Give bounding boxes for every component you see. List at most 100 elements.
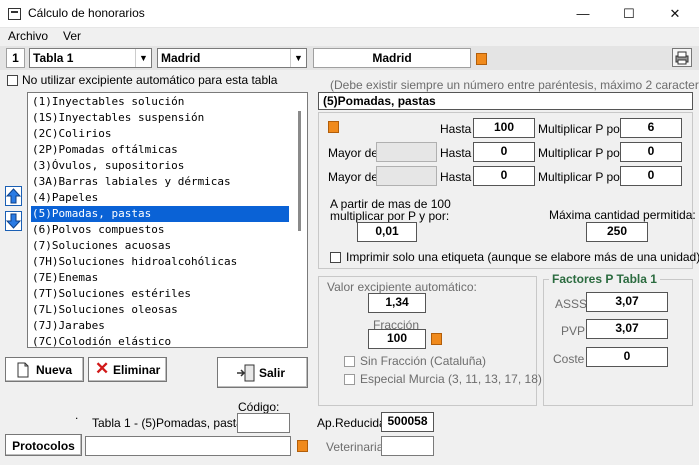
multiplicar-input-3[interactable]: 0 (620, 166, 682, 186)
protocolos-label: Protocolos (12, 439, 75, 453)
ap-reducida-label: Ap.Reducida (317, 416, 386, 430)
orange-marker-icon[interactable] (476, 53, 487, 65)
orange-marker-icon[interactable] (297, 440, 308, 452)
scrollbar-thumb[interactable] (298, 111, 301, 231)
sin-fraccion-checkbox[interactable] (344, 356, 355, 367)
region-select[interactable]: Madrid ▼ (157, 48, 307, 68)
asss-label: ASSS (555, 297, 588, 311)
app-icon (8, 8, 21, 20)
table-number: 1 (6, 48, 25, 68)
print-one-label-checkbox[interactable] (330, 252, 341, 263)
max-label: Máxima cantidad permitida: (549, 208, 696, 222)
footer-dot: . (75, 408, 79, 422)
print-button[interactable] (672, 48, 692, 67)
protocolos-button[interactable]: Protocolos (5, 434, 82, 456)
list-item[interactable]: (7T)Soluciones estériles (31, 286, 289, 302)
hasta-label: Hasta (440, 146, 472, 160)
multiplicar-label: Multiplicar P por: (538, 122, 628, 136)
hasta-input-1[interactable]: 100 (473, 118, 535, 138)
multiplicar-input-2[interactable]: 0 (620, 142, 682, 162)
excipient-input[interactable]: 1,34 (368, 293, 426, 313)
close-button[interactable]: ✕ (652, 0, 698, 28)
list-item[interactable]: (7H)Soluciones hidroalcohólicas (31, 254, 289, 270)
mayor-de-label: Mayor de (328, 146, 379, 160)
above-label-2: multiplicar por P y por: (330, 209, 450, 223)
menu-ver[interactable]: Ver (63, 29, 81, 43)
chevron-down-icon: ▼ (135, 49, 151, 67)
list-item[interactable]: (1)Inyectables solución (31, 94, 289, 110)
eliminar-label: Eliminar (113, 363, 161, 377)
mayor-de-label: Mayor de (328, 170, 379, 184)
multiplicar-input-1[interactable]: 6 (620, 118, 682, 138)
hasta-label: Hasta (440, 170, 472, 184)
list-item[interactable]: (4)Papeles (31, 190, 289, 206)
above-input[interactable]: 0,01 (357, 222, 417, 242)
table-info: Tabla 1 - (5)Pomadas, pastas (92, 416, 249, 430)
list-item[interactable]: (7E)Enemas (31, 270, 289, 286)
fraction-input[interactable]: 100 (368, 329, 426, 349)
list-item-selected[interactable]: (5)Pomadas, pastas (31, 206, 289, 222)
region-select-value: Madrid (161, 51, 201, 65)
list-item[interactable]: (2C)Colirios (31, 126, 289, 142)
menu-bar: Archivo Ver (0, 28, 699, 46)
table-select-value: Tabla 1 (33, 51, 74, 65)
salir-button[interactable]: Salir (217, 357, 308, 388)
protocol-input[interactable] (85, 436, 291, 456)
veterinaria-input[interactable] (381, 436, 434, 456)
pvp-label: PVP (561, 324, 586, 338)
coste-input[interactable]: 0 (586, 347, 668, 367)
codigo-input[interactable] (237, 413, 290, 433)
menu-archivo[interactable]: Archivo (8, 29, 48, 43)
list-item[interactable]: (1S)Inyectables suspensión (31, 110, 289, 126)
list-item[interactable]: (3A)Barras labiales y dérmicas (31, 174, 289, 190)
list-item[interactable]: (7C)Colodión elástico (31, 334, 289, 347)
list-item[interactable]: (7)Soluciones acuosas (31, 238, 289, 254)
list-item[interactable]: (3)Óvulos, supositorios (31, 158, 289, 174)
table-list[interactable]: (1)Inyectables solución (1S)Inyectables … (27, 92, 308, 348)
max-input[interactable]: 250 (586, 222, 648, 242)
exit-door-icon (237, 364, 255, 382)
nueva-label: Nueva (36, 363, 73, 377)
minimize-button[interactable]: — (560, 0, 606, 28)
nueva-button[interactable]: Nueva (5, 357, 84, 382)
maximize-button[interactable]: ☐ (606, 0, 652, 28)
coste-label: Coste (553, 352, 585, 366)
list-item[interactable]: (6)Polvos compuestos (31, 222, 289, 238)
region-display: Madrid (313, 48, 471, 68)
ap-reducida-input[interactable]: 500058 (381, 412, 434, 432)
no-excipient-checkbox[interactable] (7, 75, 18, 86)
mayor-de-input-3 (376, 166, 437, 186)
veterinaria-label: Veterinaria (326, 440, 384, 454)
especial-murcia-checkbox[interactable] (344, 374, 355, 385)
name-field[interactable]: (5)Pomadas, pastas (318, 92, 693, 110)
eliminar-button[interactable]: ✕ Eliminar (88, 357, 167, 382)
orange-marker-icon[interactable] (328, 121, 339, 133)
multiplicar-label: Multiplicar P por: (538, 146, 628, 160)
list-item[interactable]: (7L)Soluciones oleosas (31, 302, 289, 318)
arrow-up-icon (5, 188, 22, 204)
print-one-label-text: Imprimir solo una etiqueta (aunque se el… (346, 250, 699, 264)
table-select[interactable]: Tabla 1 ▼ (29, 48, 152, 68)
excipient-panel (318, 276, 537, 406)
hasta-input-2[interactable]: 0 (473, 142, 535, 162)
asss-input[interactable]: 3,07 (586, 292, 668, 312)
no-excipient-label: No utilizar excipiente automático para e… (22, 73, 278, 87)
title-bar: Cálculo de honorarios — ☐ ✕ (0, 0, 699, 28)
pvp-input[interactable]: 3,07 (586, 319, 668, 339)
new-document-icon (17, 362, 29, 378)
factores-title: Factores P Tabla 1 (549, 272, 660, 286)
hasta-input-3[interactable]: 0 (473, 166, 535, 186)
move-down-button[interactable] (5, 211, 22, 231)
sin-fraccion-label: Sin Fracción (Cataluña) (360, 354, 487, 368)
hint-text: (Debe existir siempre un número entre pa… (330, 78, 699, 92)
multiplicar-label: Multiplicar P por: (538, 170, 628, 184)
list-scrollbar[interactable] (291, 93, 307, 347)
list-item[interactable]: (7J)Jarabes (31, 318, 289, 334)
arrow-down-icon (5, 213, 22, 229)
delete-x-icon: ✕ (95, 359, 110, 378)
chevron-down-icon: ▼ (290, 49, 306, 67)
orange-marker-icon[interactable] (431, 333, 442, 345)
mayor-de-input-2 (376, 142, 437, 162)
list-item[interactable]: (2P)Pomadas oftálmicas (31, 142, 289, 158)
move-up-button[interactable] (5, 186, 22, 206)
